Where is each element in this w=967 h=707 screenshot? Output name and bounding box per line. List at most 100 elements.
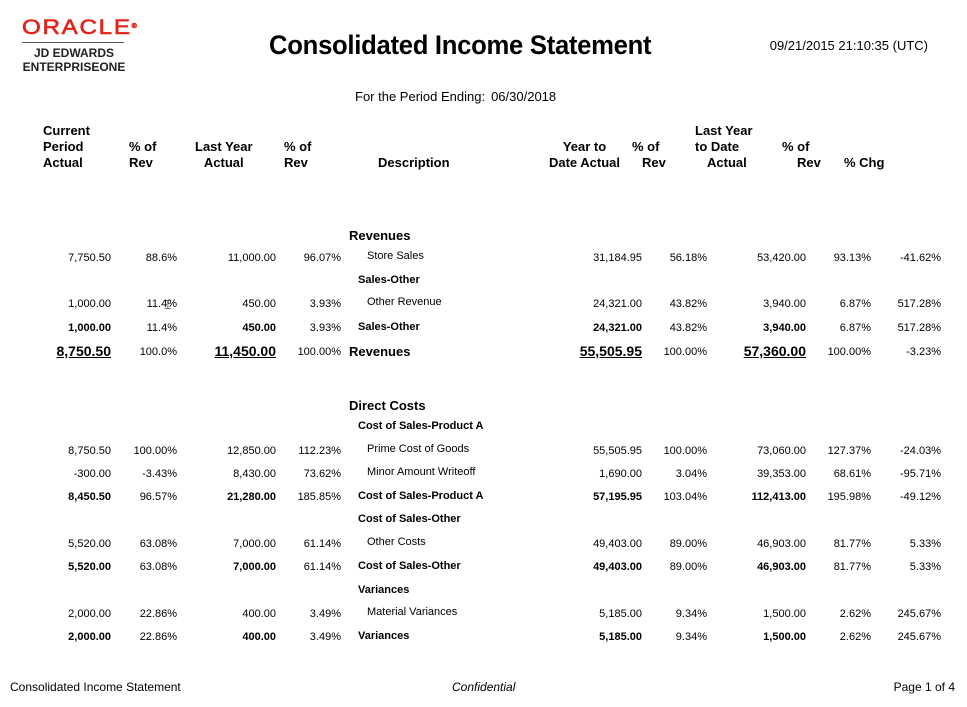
cell-ly: 7,000.00 [233, 538, 276, 550]
cell-ytdp: 89.00% [669, 561, 707, 573]
col-header-last-year-pct-rev: % of Rev [284, 139, 312, 170]
cell-lyp: 61.14% [303, 538, 341, 550]
cell-lytd: 1,500.00 [763, 631, 806, 643]
cell-chg: 517.28% [897, 322, 941, 334]
cell-lyp: 3.49% [309, 631, 341, 643]
cell-curp: 88.6% [145, 252, 177, 264]
period-ending: For the Period Ending: 06/30/2018 [355, 89, 556, 104]
cell-curp: 11.4% [146, 298, 177, 310]
cell-cur: 5,520.00 [68, 561, 111, 573]
cell-ytd: 24,321.00 [593, 322, 642, 334]
cell-chg: -24.03% [900, 445, 941, 457]
cell-curp: -3.43% [142, 468, 177, 480]
row-description: Sales-Other [358, 274, 420, 286]
cell-ytd: 55,505.95 [593, 445, 642, 457]
cell-lytdp: 100.00% [827, 346, 871, 358]
cell-chg: 245.67% [897, 631, 941, 643]
row-description: Revenues [349, 344, 411, 359]
cell-lytdp: 2.62% [839, 608, 871, 620]
cell-lytd: 53,420.00 [757, 252, 806, 264]
cell-chg: 245.67% [897, 608, 941, 620]
cell-ytdp: 9.34% [675, 631, 707, 643]
col-header-ytd-pct-rev: % of Rev [632, 139, 666, 170]
cell-lytdp: 6.87% [839, 322, 871, 334]
cell-ytdp: 3.04% [675, 468, 707, 480]
cell-lyp: 73.62% [303, 468, 341, 480]
cell-curp: 100.0% [139, 346, 177, 358]
cell-ytd: 5,185.00 [599, 631, 642, 643]
cell-lyp: 96.07% [303, 252, 341, 264]
col-header-pct-change: % Chg [844, 155, 885, 170]
period-value: 06/30/2018 [491, 89, 557, 104]
row-description: Other Revenue [367, 296, 442, 308]
cell-ly: 400.00 [242, 631, 276, 643]
cell-lytd: 73,060.00 [757, 445, 806, 457]
row-description: Sales-Other [358, 321, 420, 333]
cell-ytdp: 56.18% [669, 252, 707, 264]
report-timestamp: 09/21/2015 21:10:35 (UTC) [769, 38, 928, 53]
cell-lytd: 3,940.00 [763, 298, 806, 310]
footer-confidential: Confidential [452, 680, 516, 694]
cell-chg: 5.33% [909, 561, 941, 573]
cell-lytd: 46,903.00 [757, 561, 806, 573]
row-description: Variances [358, 630, 410, 642]
cell-cur: 1,000.00 [68, 298, 111, 310]
cell-ytd: 1,690.00 [599, 468, 642, 480]
cell-lytdp: 195.98% [827, 491, 871, 503]
cell-cur: 8,750.50 [68, 445, 111, 457]
cell-ly: 8,430.00 [233, 468, 276, 480]
row-description: Cost of Sales-Other [358, 513, 461, 525]
cell-chg: -41.62% [900, 252, 941, 264]
cell-ly: 21,280.00 [227, 491, 276, 503]
cell-lytdp: 93.13% [833, 252, 871, 264]
cell-curp: 11.4% [146, 322, 177, 334]
cell-ytdp: 9.34% [675, 608, 707, 620]
period-label: For the Period Ending: [355, 89, 486, 104]
cell-lytdp: 81.77% [833, 561, 871, 573]
col-header-description: Description [378, 155, 450, 170]
cell-curp: 63.08% [139, 538, 177, 550]
cell-curp: 22.86% [139, 631, 177, 643]
row-description: Cost of Sales-Other [358, 560, 461, 572]
cell-cur: 7,750.50 [68, 252, 111, 264]
row-description: Store Sales [367, 250, 424, 262]
cell-lytdp: 81.77% [833, 538, 871, 550]
cell-chg: -95.71% [900, 468, 941, 480]
cell-ytdp: 43.82% [669, 298, 707, 310]
cell-lyp: 112.23% [298, 445, 341, 457]
cell-ytd: 24,321.00 [593, 298, 642, 310]
cell-cur: 2,000.00 [68, 608, 111, 620]
cell-lytdp: 6.87% [839, 298, 871, 310]
row-description: Material Variances [367, 606, 458, 618]
cell-lyp: 61.14% [303, 561, 341, 573]
col-header-current-pct-rev: % of Rev [129, 139, 157, 170]
cell-cur: 8,750.50 [56, 343, 112, 359]
cell-ytd: 57,195.95 [593, 491, 642, 503]
col-header-ytd-actual: Year to Date Actual [548, 139, 621, 170]
text-cursor-icon: ⌶ [164, 297, 172, 312]
cell-cur: 5,520.00 [68, 538, 111, 550]
cell-cur: 1,000.00 [68, 322, 111, 334]
cell-ly: 11,450.00 [214, 343, 276, 359]
cell-lyp: 3.49% [309, 608, 341, 620]
col-header-current-period-actual: Current Period Actual [43, 123, 90, 170]
cell-lytd: 3,940.00 [763, 322, 806, 334]
cell-curp: 63.08% [139, 561, 177, 573]
cell-chg: 5.33% [909, 538, 941, 550]
cell-curp: 100.00% [133, 445, 177, 457]
cell-ytdp: 100.00% [663, 445, 707, 457]
cell-ytd: 31,184.95 [593, 252, 642, 264]
cell-curp: 22.86% [139, 608, 177, 620]
row-description: Cost of Sales-Product A [358, 490, 484, 502]
footer-report-name: Consolidated Income Statement [10, 680, 181, 694]
cell-cur: 8,450.50 [68, 491, 111, 503]
row-description: Cost of Sales-Product A [358, 420, 484, 432]
col-header-last-year-to-date-actual: Last Year to Date Actual [695, 123, 753, 170]
row-description: Prime Cost of Goods [367, 443, 470, 455]
cell-curp: 96.57% [139, 491, 177, 503]
cell-lyp: 185.85% [297, 491, 341, 503]
cell-lytdp: 68.61% [833, 468, 871, 480]
row-description: Minor Amount Writeoff [367, 466, 476, 478]
cell-cur: -300.00 [73, 468, 111, 480]
cell-ytd: 49,403.00 [593, 538, 642, 550]
